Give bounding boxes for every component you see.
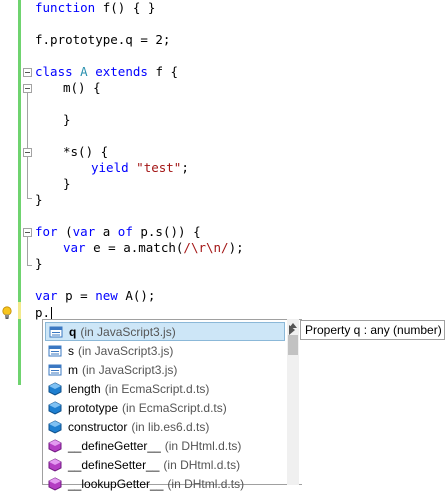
code-text: (: [57, 224, 73, 239]
completion-item-name: length: [68, 381, 101, 396]
code-line-6[interactable]: *s() {: [63, 144, 108, 160]
regex-literal: /\r\n/: [183, 240, 229, 255]
completion-item-source: (in DHtml.d.ts): [163, 457, 241, 472]
code-line-12[interactable]: }: [35, 256, 43, 272]
method-icon: [48, 457, 62, 472]
code-text: }: [35, 256, 43, 271]
keyword: function: [35, 0, 96, 15]
completion-item-name: __defineGetter__: [68, 438, 161, 453]
code-text: p =: [57, 288, 96, 303]
field-icon: [49, 325, 63, 339]
completion-item-source: (in JavaScript3.js): [80, 324, 176, 339]
change-bar: [18, 319, 21, 385]
code-line-9[interactable]: }: [35, 192, 43, 208]
completion-list[interactable]: q (in JavaScript3.js) s (in JavaScript3.js)…: [42, 319, 302, 491]
code-line-1[interactable]: function f() { }: [35, 0, 155, 16]
keyword: for: [35, 224, 58, 239]
completion-item-name: __lookupGetter__: [68, 476, 164, 491]
lightbulb-icon[interactable]: [1, 305, 13, 319]
code-text: }: [35, 192, 43, 207]
keyword: extends: [95, 64, 148, 79]
code-text: p.s()) {: [132, 224, 201, 239]
code-line-7[interactable]: yield "test";: [91, 160, 189, 176]
code-text: f {: [147, 64, 179, 79]
completion-item-length[interactable]: length (in EcmaScript.d.ts): [45, 379, 285, 398]
field-icon: [48, 344, 62, 358]
completion-item-source: (in EcmaScript.d.ts): [122, 400, 227, 415]
code-text: *s() {: [63, 144, 109, 159]
code-text: f.prototype.q = 2;: [35, 32, 171, 47]
method-icon: [48, 438, 62, 453]
code-line-4[interactable]: m() {: [63, 80, 101, 96]
code-line-3[interactable]: class A extends f {: [35, 64, 178, 80]
keyword: var: [35, 288, 58, 303]
completion-item-source: (in DHtml.d.ts): [167, 476, 245, 491]
keyword: var: [72, 224, 96, 239]
method-icon: [48, 476, 62, 491]
fold-for-icon[interactable]: [23, 228, 32, 237]
code-text: f() { }: [95, 0, 156, 15]
tooltip-text: Property q : any (number): [305, 323, 442, 337]
fold-generator-icon[interactable]: [23, 148, 32, 157]
scroll-thumb[interactable]: [288, 335, 298, 355]
completion-item-source: (in lib.es6.d.ts): [131, 419, 210, 434]
field-icon: [48, 363, 62, 377]
completion-item-name: s: [68, 343, 74, 358]
code-text: m() {: [63, 80, 101, 95]
code-text: p.: [35, 305, 51, 320]
code-text: A();: [117, 288, 156, 303]
code-text: ;: [181, 160, 189, 175]
completion-item-source: (in JavaScript3.js): [82, 362, 178, 377]
code-line-13[interactable]: var p = new A();: [35, 288, 155, 304]
code-text: e = a.match(: [85, 240, 184, 255]
code-line-8[interactable]: }: [63, 176, 71, 192]
fold-line: [27, 237, 28, 265]
code-text: a: [95, 224, 118, 239]
fold-method-icon[interactable]: [23, 84, 32, 93]
code-line-11[interactable]: var e = a.match(/\r\n/);: [63, 240, 244, 256]
keyword: class: [35, 64, 73, 79]
code-text: }: [63, 112, 71, 127]
class-name: A: [80, 64, 88, 79]
keyword: var: [63, 240, 86, 255]
completion-item-defineGetter[interactable]: __defineGetter__ (in DHtml.d.ts): [45, 436, 285, 455]
completion-item-m[interactable]: m (in JavaScript3.js): [45, 360, 285, 379]
code-text: );: [228, 240, 244, 255]
code-text: }: [63, 176, 71, 191]
completion-item-lookupGetter[interactable]: __lookupGetter__ (in DHtml.d.ts): [45, 474, 285, 493]
code-line-2[interactable]: f.prototype.q = 2;: [35, 32, 170, 48]
code-line-5[interactable]: }: [63, 112, 71, 128]
completion-item-name: q: [69, 324, 77, 339]
keyword: new: [95, 288, 118, 303]
keyword: yield: [91, 160, 129, 175]
quickinfo-tooltip: Property q : any (number): [300, 320, 445, 340]
completion-item-source: (in JavaScript3.js): [78, 343, 174, 358]
completion-item-prototype[interactable]: prototype (in EcmaScript.d.ts): [45, 398, 285, 417]
fold-end: [27, 265, 32, 266]
tooltip-arrow-icon: [289, 325, 295, 335]
property-icon: [48, 419, 62, 434]
completion-item-name: __defineSetter__: [68, 457, 160, 472]
completion-item-name: prototype: [68, 400, 119, 415]
fold-class-icon[interactable]: [23, 68, 32, 77]
fold-line: [27, 93, 28, 198]
change-bar-pending: [18, 302, 21, 319]
completion-item-q[interactable]: q (in JavaScript3.js): [45, 322, 285, 341]
change-bar: [18, 0, 21, 302]
string-literal: "test": [136, 160, 182, 175]
fold-end: [27, 198, 32, 199]
completion-item-name: m: [68, 362, 78, 377]
completion-item-s[interactable]: s (in JavaScript3.js): [45, 341, 285, 360]
keyword: of: [117, 224, 133, 239]
completion-item-name: constructor: [68, 419, 128, 434]
property-icon: [48, 381, 62, 396]
code-line-10[interactable]: for (var a of p.s()) {: [35, 224, 201, 240]
completion-item-constructor[interactable]: constructor (in lib.es6.d.ts): [45, 417, 285, 436]
completion-item-source: (in DHtml.d.ts): [164, 438, 242, 453]
property-icon: [48, 400, 62, 415]
completion-scrollbar[interactable]: [287, 319, 299, 485]
completion-item-source: (in EcmaScript.d.ts): [104, 381, 210, 396]
completion-item-defineSetter[interactable]: __defineSetter__ (in DHtml.d.ts): [45, 455, 285, 474]
